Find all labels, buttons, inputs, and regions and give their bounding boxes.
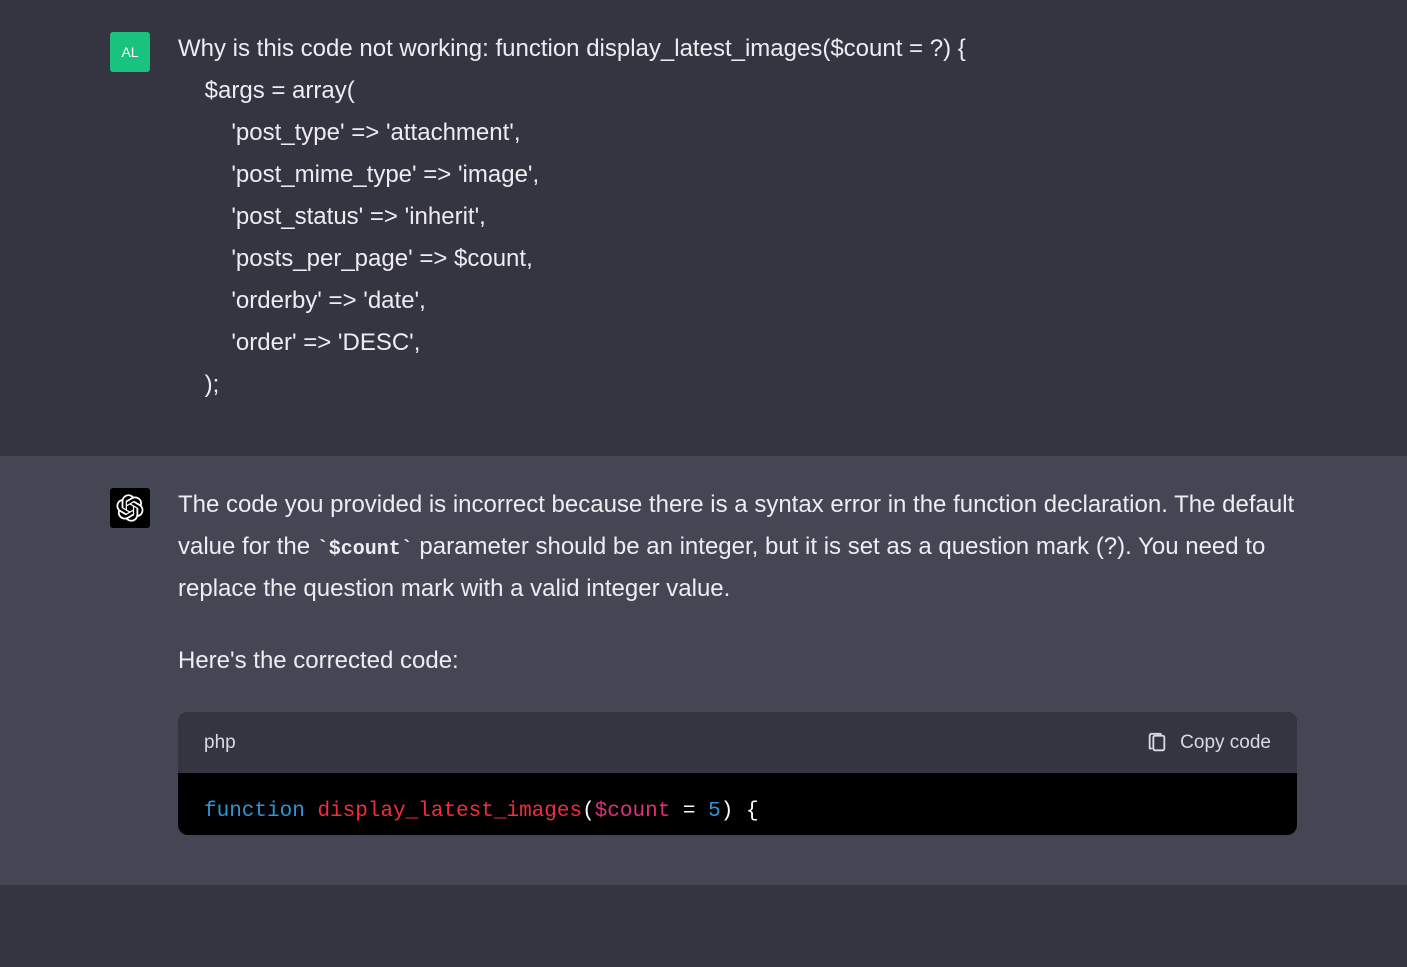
code-token-number: 5 bbox=[708, 800, 721, 823]
code-token-space2 bbox=[733, 800, 746, 823]
code-token-lparen: ( bbox=[582, 800, 595, 823]
clipboard-icon bbox=[1146, 732, 1168, 754]
code-block-header: php Copy code bbox=[178, 712, 1297, 773]
assistant-message: The code you provided is incorrect becau… bbox=[0, 456, 1407, 885]
user-avatar: AL bbox=[110, 32, 150, 72]
code-token-variable: $count bbox=[595, 800, 671, 823]
code-token-keyword: function bbox=[204, 800, 305, 823]
inline-code-count: `$count` bbox=[317, 538, 413, 561]
code-token-space bbox=[305, 800, 318, 823]
user-message-text: Why is this code not working: function d… bbox=[178, 28, 1297, 406]
code-token-eq: = bbox=[670, 800, 708, 823]
openai-logo-icon bbox=[116, 494, 144, 522]
copy-code-label: Copy code bbox=[1180, 726, 1271, 759]
copy-code-button[interactable]: Copy code bbox=[1146, 726, 1271, 759]
assistant-paragraph-1: The code you provided is incorrect becau… bbox=[178, 484, 1297, 610]
code-language-label: php bbox=[204, 726, 236, 759]
assistant-paragraph-2: Here's the corrected code: bbox=[178, 640, 1297, 682]
code-token-brace: { bbox=[746, 800, 759, 823]
user-message: AL Why is this code not working: functio… bbox=[0, 0, 1407, 456]
assistant-avatar bbox=[110, 488, 150, 528]
user-content: Why is this code not working: function d… bbox=[178, 28, 1297, 406]
code-block-body: function display_latest_images($count = … bbox=[178, 773, 1297, 835]
code-token-rparen: ) bbox=[721, 800, 734, 823]
assistant-content: The code you provided is incorrect becau… bbox=[178, 484, 1297, 835]
user-avatar-text: AL bbox=[121, 40, 138, 65]
code-block: php Copy code function display_latest_im… bbox=[178, 712, 1297, 835]
code-token-function: display_latest_images bbox=[317, 800, 582, 823]
